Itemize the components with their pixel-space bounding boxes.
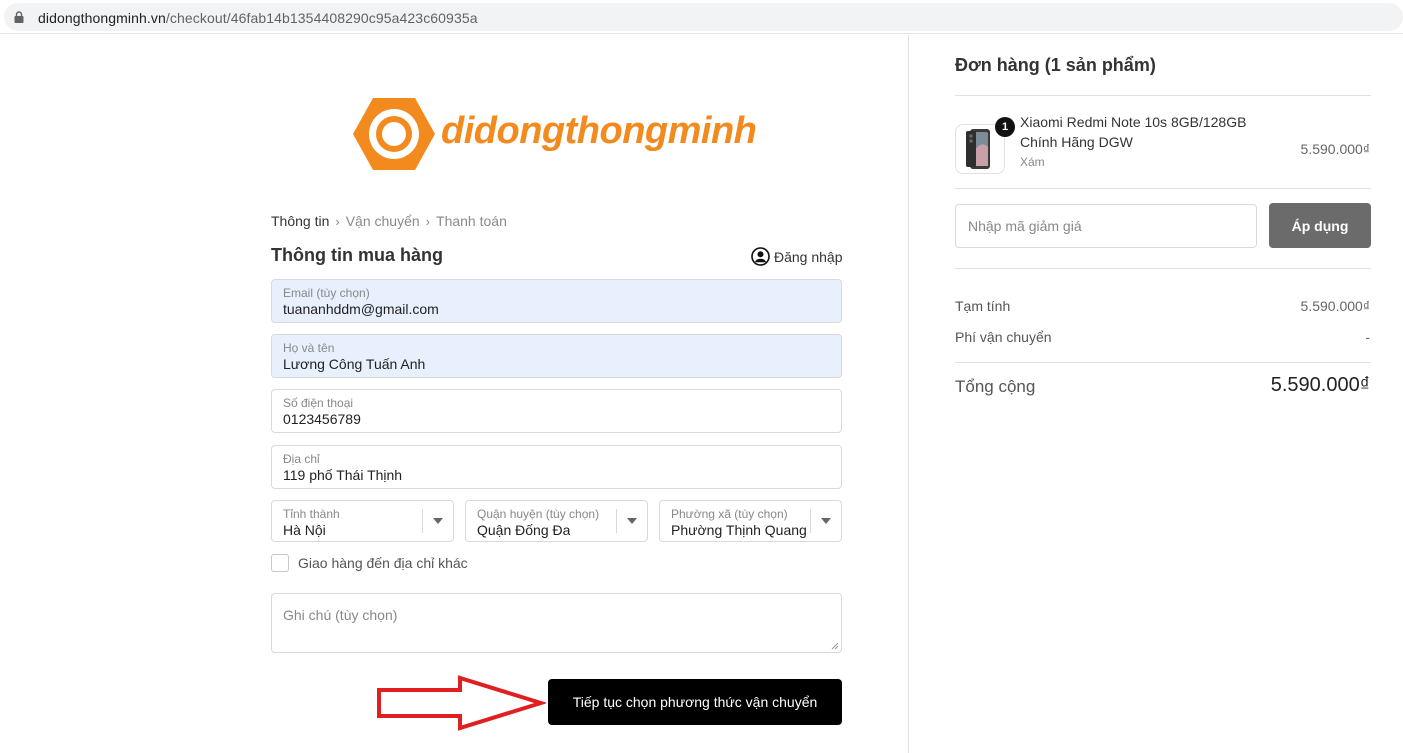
login-link[interactable]: Đăng nhập	[751, 247, 843, 266]
logo-text: didongthongminh	[441, 110, 757, 152]
district-label: Quận huyện (tùy chọn)	[477, 507, 600, 521]
caret-down-icon	[433, 518, 443, 524]
breadcrumb: Thông tin › Vận chuyển › Thanh toán	[271, 213, 507, 229]
ship-other-address-checkbox[interactable]	[271, 554, 289, 572]
section-title: Thông tin mua hàng	[271, 245, 443, 265]
district-select[interactable]: Quận huyện (tùy chọn) Quận Đống Đa	[465, 500, 648, 542]
province-select[interactable]: Tỉnh thành Hà Nội	[271, 500, 454, 542]
address-label: Địa chỉ	[283, 452, 320, 466]
ward-value: Phường Thịnh Quang	[671, 522, 807, 538]
ship-other-address-label: Giao hàng đến địa chỉ khác	[298, 555, 468, 571]
product-name: Xiaomi Redmi Note 10s 8GB/128GB Chính Hã…	[1020, 114, 1247, 150]
note-placeholder: Ghi chú (tùy chọn)	[283, 607, 398, 623]
phone-value: 0123456789	[283, 411, 361, 427]
address-value: 119 phố Thái Thịnh	[283, 467, 403, 483]
divider	[955, 268, 1371, 269]
district-value: Quận Đống Đa	[477, 522, 571, 538]
phone-field[interactable]: Số điện thoại 0123456789	[271, 389, 842, 433]
caret-down-icon	[627, 518, 637, 524]
subtotal-value: 5.590.000₫	[1300, 298, 1370, 314]
chevron-right-icon: ›	[335, 213, 340, 229]
order-summary: Đơn hàng (1 sản phẩm) 1 Xiaomi Redmi Not…	[908, 35, 1403, 753]
province-value: Hà Nội	[283, 522, 326, 538]
total-value: 5.590.000₫	[1270, 374, 1370, 396]
url-bar[interactable]: didongthongminh.vn/checkout/46fab14b1354…	[4, 3, 1403, 31]
product-price: 5.590.000₫	[1300, 141, 1370, 157]
shipping-fee-value: -	[1365, 329, 1370, 345]
login-label: Đăng nhập	[774, 248, 843, 265]
red-arrow-icon	[377, 675, 546, 731]
ward-label: Phường xã (tùy chọn)	[671, 507, 788, 521]
caret-down-icon	[821, 518, 831, 524]
divider	[955, 95, 1371, 96]
province-label: Tỉnh thành	[283, 507, 340, 521]
user-circle-icon	[751, 247, 770, 266]
checkout-main: didongthongminh Thông tin › Vận chuyển ›…	[0, 35, 908, 753]
shipping-fee-label: Phí vận chuyển	[955, 329, 1052, 345]
note-textarea[interactable]: Ghi chú (tùy chọn)	[271, 593, 842, 653]
ward-select[interactable]: Phường xã (tùy chọn) Phường Thịnh Quang	[659, 500, 842, 542]
fullname-value: Lương Công Tuấn Anh	[283, 356, 426, 372]
coupon-input[interactable]: Nhập mã giảm giá	[955, 204, 1257, 248]
email-label: Email (tùy chọn)	[283, 286, 370, 300]
ship-other-address-option[interactable]: Giao hàng đến địa chỉ khác	[271, 554, 468, 572]
browser-address-bar: didongthongminh.vn/checkout/46fab14b1354…	[0, 0, 1403, 34]
address-field[interactable]: Địa chỉ 119 phố Thái Thịnh	[271, 445, 842, 489]
total-label: Tổng cộng	[955, 377, 1036, 396]
apply-coupon-button[interactable]: Áp dụng	[1269, 203, 1371, 248]
lock-icon	[14, 11, 24, 23]
fullname-label: Họ và tên	[283, 341, 335, 355]
subtotal-label: Tạm tính	[955, 298, 1011, 314]
coupon-placeholder: Nhập mã giảm giá	[968, 218, 1082, 234]
chevron-right-icon: ›	[425, 213, 431, 229]
email-field[interactable]: Email (tùy chọn) tuananhddm@gmail.com	[271, 279, 842, 323]
breadcrumb-step-payment: Thanh toán	[436, 213, 507, 229]
breadcrumb-step-shipping: Vận chuyển	[345, 213, 420, 229]
product-variant: Xám	[1020, 155, 1045, 169]
fullname-field[interactable]: Họ và tên Lương Công Tuấn Anh	[271, 334, 842, 378]
order-title: Đơn hàng (1 sản phẩm)	[955, 55, 1156, 75]
divider	[955, 362, 1371, 363]
email-value: tuananhddm@gmail.com	[283, 301, 439, 317]
url-text: didongthongminh.vn/checkout/46fab14b1354…	[38, 10, 478, 26]
resize-grip-icon[interactable]	[831, 642, 839, 650]
continue-shipping-button[interactable]: Tiếp tục chọn phương thức vận chuyển	[548, 679, 842, 725]
quantity-badge: 1	[995, 117, 1015, 137]
logo-icon	[353, 98, 435, 170]
breadcrumb-step-info[interactable]: Thông tin	[271, 213, 329, 229]
divider	[955, 188, 1371, 189]
phone-label: Số điện thoại	[283, 396, 354, 410]
